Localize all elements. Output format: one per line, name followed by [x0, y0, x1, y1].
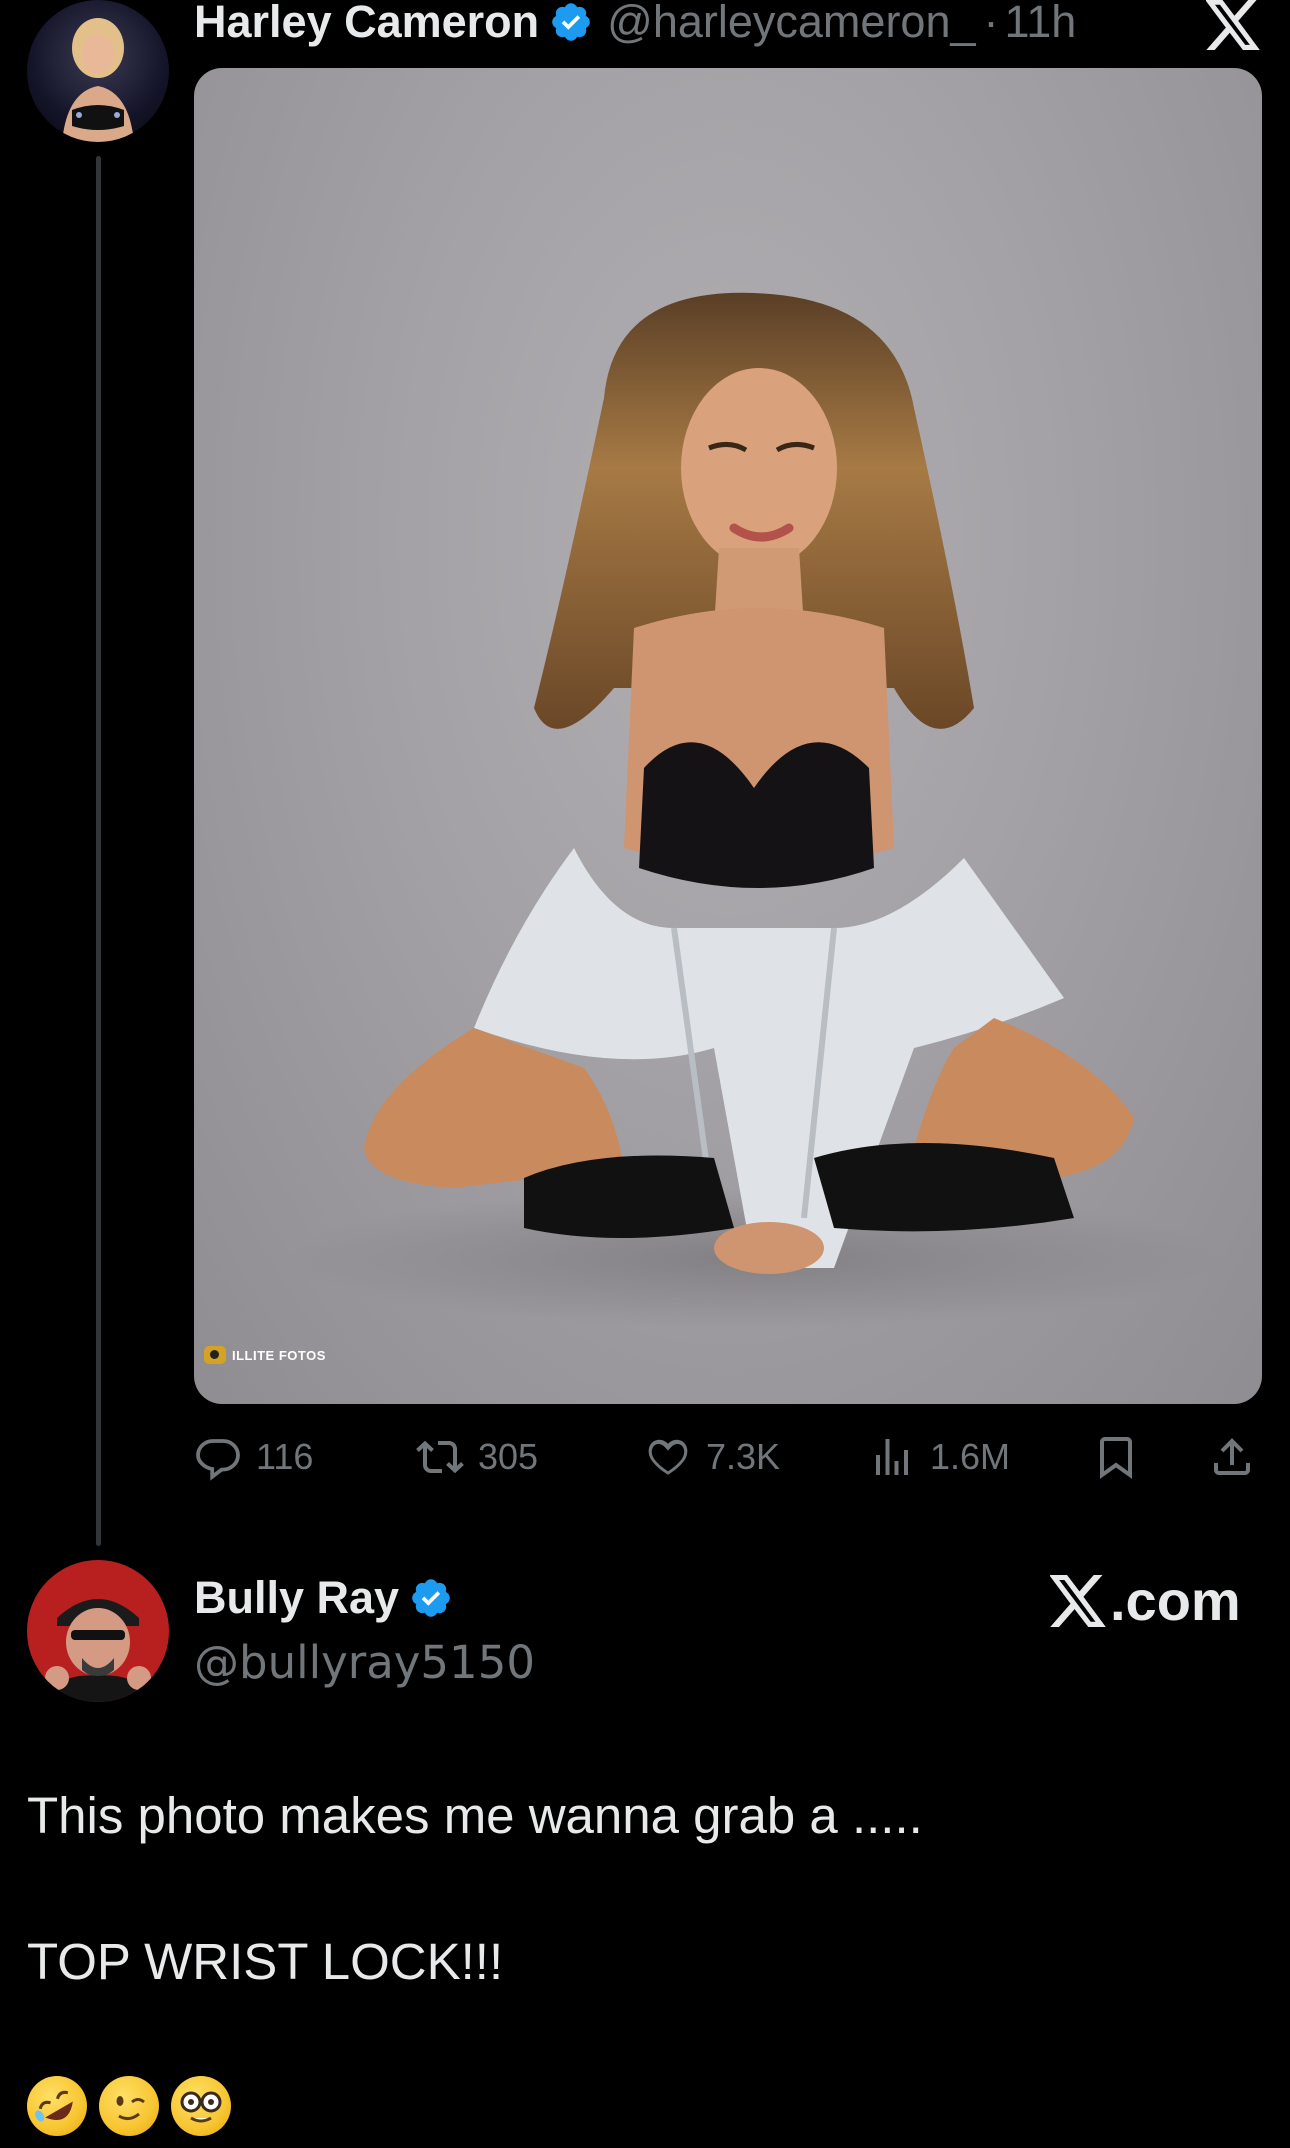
repost-count: 305: [478, 1436, 539, 1477]
x-com-source-label: .com: [1050, 1568, 1241, 1633]
reply-icon: [196, 1439, 240, 1481]
photo-content: [284, 292, 1224, 1328]
author-handle[interactable]: @bullyray5150: [194, 1636, 535, 1689]
emoji-row: [27, 2076, 231, 2136]
winking-face-emoji-icon: [99, 2076, 159, 2136]
bookmark-icon: [1100, 1437, 1132, 1479]
verified-badge-icon[interactable]: [409, 1576, 453, 1620]
avatar-image: [27, 1560, 169, 1702]
author-name[interactable]: Bully Ray: [194, 1572, 399, 1624]
x-logo-icon: [1050, 1574, 1106, 1627]
post-action-bar: 116 305 7.3K 1.6M: [194, 1425, 1262, 1489]
source-domain-text: .com: [1110, 1569, 1241, 1632]
avatar-image: [62, 18, 134, 142]
avatar-bully-ray[interactable]: [27, 1560, 169, 1702]
post-body-line-1: This photo makes me wanna grab a .....: [27, 1787, 923, 1844]
reply-button[interactable]: 116: [194, 1425, 313, 1489]
camera-icon: [204, 1346, 226, 1364]
x-logo-icon: [1206, 0, 1260, 50]
post-media-photo[interactable]: ILLITE FOTOS: [194, 68, 1262, 1404]
verified-badge-icon[interactable]: [549, 0, 593, 44]
like-count: 7.3K: [706, 1436, 781, 1477]
photo-watermark: ILLITE FOTOS: [204, 1346, 326, 1364]
nerd-face-emoji-icon: [171, 2076, 231, 2136]
repost-icon: [416, 1440, 464, 1474]
rolling-on-floor-laughing-emoji-icon: [27, 2076, 87, 2136]
heart-icon: [648, 1439, 688, 1475]
view-count: 1.6M: [930, 1436, 1011, 1477]
reply-count: 116: [256, 1436, 314, 1477]
post-body-line-2: TOP WRIST LOCK!!!: [27, 1933, 504, 1990]
separator-dot: ·: [983, 0, 999, 47]
post2-header: Bully Ray: [194, 1572, 453, 1624]
bookmark-button[interactable]: [1092, 1425, 1140, 1489]
like-button[interactable]: 7.3K: [644, 1425, 780, 1489]
share-button[interactable]: [1208, 1425, 1256, 1489]
watermark-text: ILLITE FOTOS: [232, 1347, 326, 1363]
author-name[interactable]: Harley Cameron: [194, 0, 539, 48]
views-chart-icon: [876, 1439, 908, 1475]
thread-connector-line: [96, 156, 101, 1546]
repost-button[interactable]: 305: [416, 1425, 538, 1489]
views-button[interactable]: 1.6M: [868, 1425, 1010, 1489]
share-icon: [1214, 1438, 1250, 1475]
post-header: Harley Cameron @harleycameron_ · 11h: [194, 0, 1076, 52]
avatar-harley-cameron[interactable]: [27, 0, 169, 142]
post-timestamp[interactable]: 11h: [1005, 0, 1077, 48]
author-handle[interactable]: @harleycameron_: [607, 0, 975, 48]
